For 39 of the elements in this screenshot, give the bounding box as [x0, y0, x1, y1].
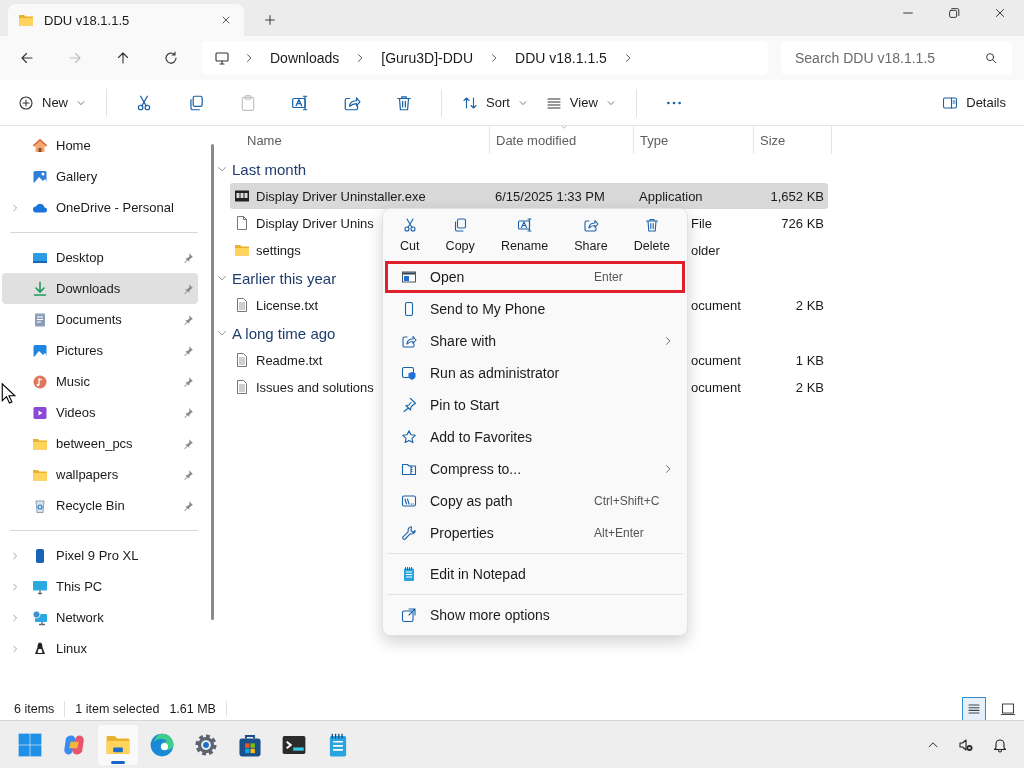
- file-name: License.txt: [256, 297, 319, 313]
- file-name: Display Driver Unins: [256, 215, 374, 231]
- shortcut: Ctrl+Shift+C: [594, 494, 660, 508]
- file-name: Display Driver Uninstaller.exe: [256, 188, 426, 204]
- menu-label: Run as administrator: [430, 365, 561, 381]
- menu-label: Copy as path: [430, 493, 514, 509]
- file-type: File: [691, 215, 712, 231]
- file-type: Application: [639, 188, 703, 204]
- tab-title: DDU v18.1.1.5: [44, 12, 131, 28]
- date-modified: 6/15/2025 1:33 PM: [495, 188, 605, 204]
- menu-label: Edit in Notepad: [430, 566, 527, 582]
- selection-size: 1.61 MB: [169, 702, 216, 716]
- menu-label: Add to Favorites: [430, 429, 533, 445]
- group-title: Earlier this year: [232, 269, 337, 287]
- menu-label: Share with: [430, 333, 498, 349]
- file-type: ocument: [691, 379, 741, 395]
- menu-label: Properties: [430, 525, 495, 541]
- menu-label: Compress to...: [430, 461, 523, 477]
- shortcut: Enter: [594, 270, 623, 284]
- file-name: settings: [256, 242, 301, 258]
- file-size: 1,652 KB: [770, 188, 824, 204]
- file-size: 1 KB: [795, 352, 824, 368]
- file-type: ocument: [691, 352, 741, 368]
- menu-label: Pin to Start: [430, 397, 501, 413]
- file-type: ocument: [691, 297, 741, 313]
- file-size: 2 KB: [795, 379, 824, 395]
- menu-label: Open: [430, 269, 466, 285]
- file-type: older: [691, 242, 720, 258]
- file-name: Readme.txt: [256, 352, 323, 368]
- group-title: Last month: [232, 160, 307, 178]
- menu-label: Send to My Phone: [430, 301, 547, 317]
- group-title: A long time ago: [232, 324, 336, 342]
- menu-label: Show more options: [430, 607, 551, 623]
- file-size: 726 KB: [781, 215, 824, 231]
- shortcut: Alt+Enter: [594, 526, 644, 540]
- file-name: Issues and solutions: [256, 379, 374, 395]
- file-size: 2 KB: [795, 297, 824, 313]
- selection-count: 1 item selected: [75, 702, 160, 716]
- item-count: 6 items: [14, 702, 55, 716]
